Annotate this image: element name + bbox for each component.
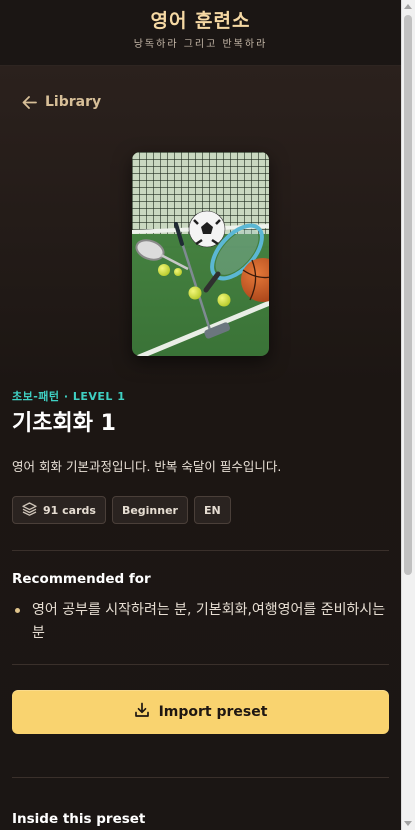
- divider: [12, 550, 389, 551]
- layers-icon: [22, 501, 37, 519]
- language-label: EN: [203, 503, 221, 517]
- preset-detail: Library 초보-패턴 · LEVEL 1 기초회화 1 영어 회화 기본과…: [0, 66, 401, 830]
- back-link-label: Library: [45, 94, 102, 110]
- card-count-label: 91 cards: [43, 503, 96, 517]
- app-header: 영어 훈련소 낭독하라 그리고 반복하라: [0, 0, 401, 66]
- recommended-item: 영어 공부를 시작하려는 분, 기본회화,여행영어를 준비하시는 분: [12, 599, 390, 645]
- app-title: 영어 훈련소: [150, 10, 251, 32]
- preset-title: 기초회화 1: [12, 411, 116, 436]
- preset-cover-image: [132, 152, 269, 356]
- import-preset-button[interactable]: Import preset: [12, 690, 389, 734]
- level-badge: Beginner: [111, 496, 188, 524]
- level-label: Beginner: [121, 503, 178, 517]
- import-preset-label: Import preset: [158, 704, 268, 720]
- preset-kicker: 초보-패턴 · LEVEL 1: [12, 390, 126, 403]
- app-subtitle: 낭독하라 그리고 반복하라: [133, 39, 268, 50]
- app-window: 영어 훈련소 낭독하라 그리고 반복하라 Library 초보-패턴 · LEV…: [0, 0, 401, 830]
- language-badge: EN: [193, 496, 231, 524]
- inside-preset-heading: Inside this preset: [12, 811, 146, 827]
- scroll-down-arrow-icon[interactable]: [404, 821, 412, 826]
- recommended-heading: Recommended for: [12, 571, 151, 587]
- arrow-left-icon: [22, 95, 37, 109]
- divider: [12, 664, 389, 665]
- recommended-list: 영어 공부를 시작하려는 분, 기본회화,여행영어를 준비하시는 분: [12, 599, 390, 645]
- scrollbar-thumb[interactable]: [404, 15, 412, 575]
- scroll-up-arrow-icon[interactable]: [404, 4, 412, 9]
- back-to-library-link[interactable]: Library: [22, 94, 101, 110]
- preset-description: 영어 회화 기본과정입니다. 반복 숙달이 필수입니다.: [12, 459, 282, 474]
- divider: [12, 777, 389, 778]
- vertical-scrollbar[interactable]: [401, 0, 415, 830]
- download-icon: [134, 702, 150, 722]
- preset-badges: 91 cards Beginner EN: [12, 496, 231, 524]
- card-count-badge: 91 cards: [12, 496, 106, 524]
